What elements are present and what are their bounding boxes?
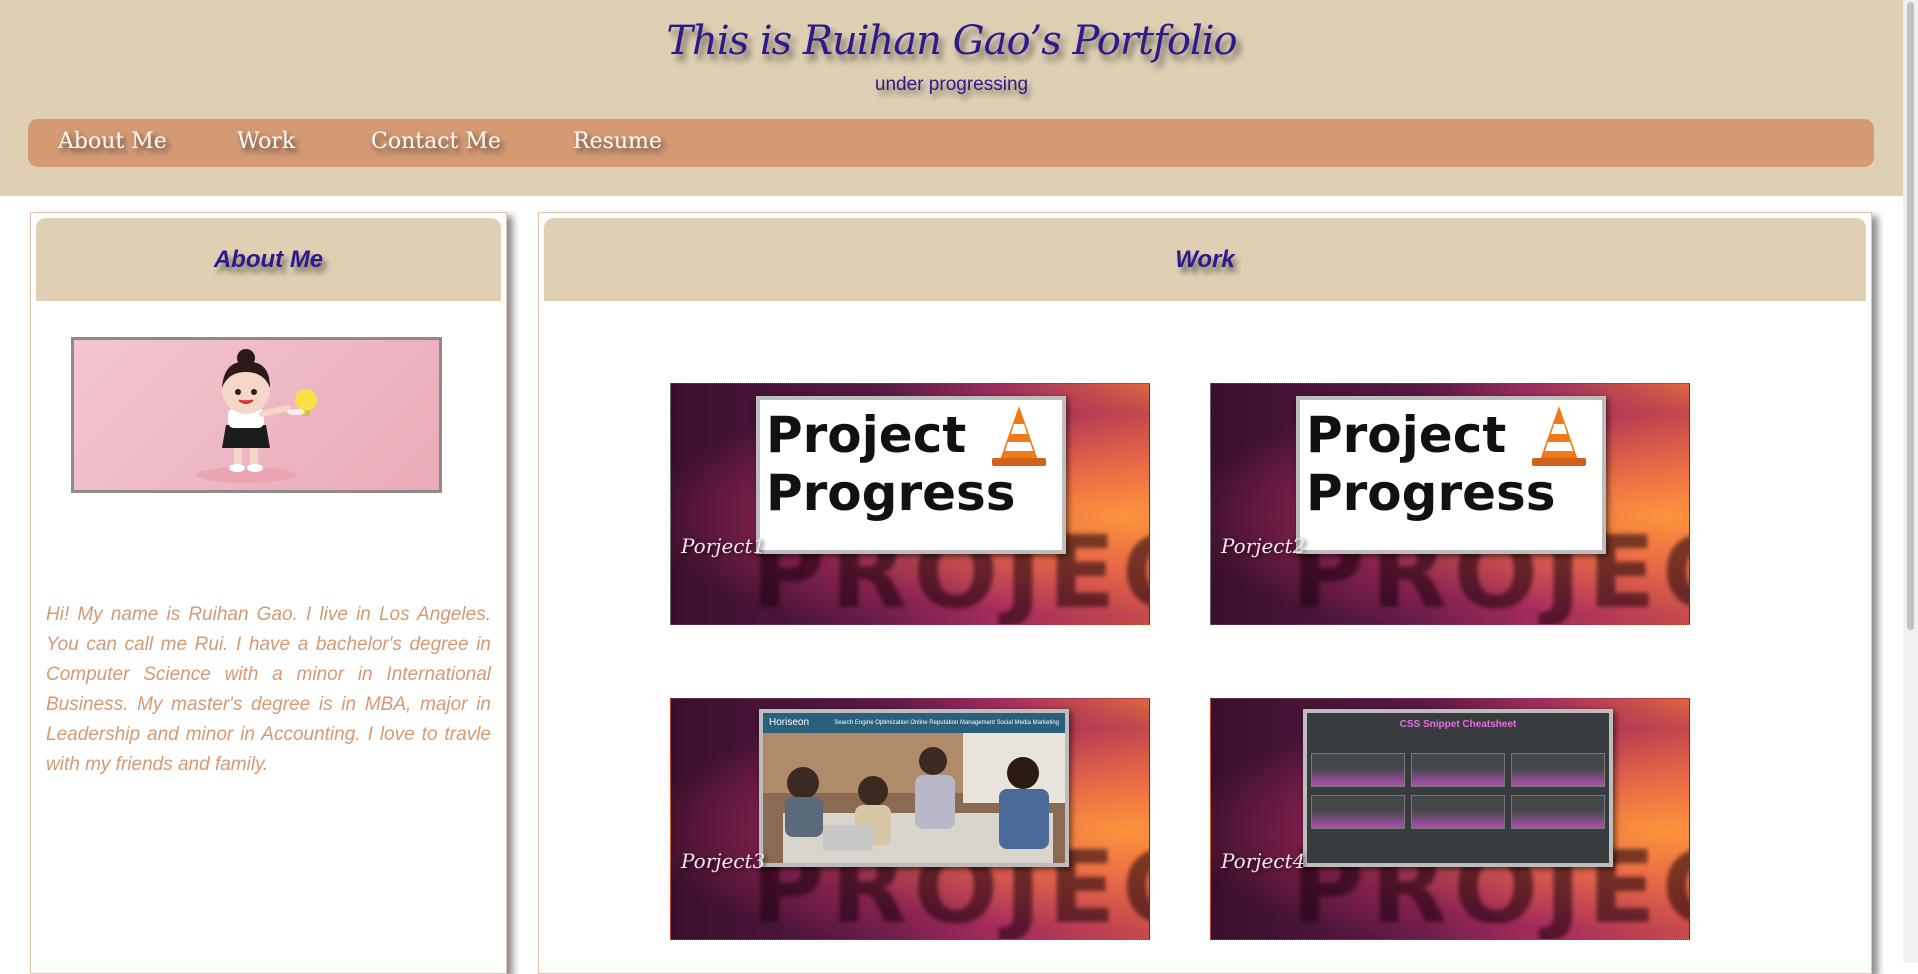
nav-bar: About Me Work Contact Me Resume [28, 119, 1874, 167]
traffic-cone-icon [992, 406, 1046, 466]
team-meeting-photo [763, 733, 1065, 863]
traffic-cone-icon [1532, 406, 1586, 466]
site-subtitle: under progressing [874, 74, 1029, 95]
site-title: This is Ruihan Gao’s Portfolio [666, 18, 1237, 64]
project-progress-graphic: Project Progress [1306, 406, 1556, 522]
cheatsheet-card [1511, 795, 1605, 829]
project-thumbnail: CSS Snippet Cheatsheet [1303, 709, 1613, 867]
cartoon-girl-illustration [196, 349, 317, 483]
project-card-3[interactable]: PROJECTS Horiseon Search Engine Optimiza… [670, 698, 1150, 940]
project-thumbnail: Project Progress [1296, 396, 1606, 554]
profile-image [71, 337, 442, 493]
about-me-bio: Hi! My name is Ruihan Gao. I live in Los… [46, 604, 491, 775]
cheatsheet-card [1311, 795, 1405, 829]
about-me-section: About Me Hi! My name is Ruihan Gao. I li… [30, 212, 507, 974]
cheatsheet-card [1511, 753, 1605, 787]
horiseon-header: Horiseon Search Engine Optimization Onli… [763, 713, 1065, 733]
project-card-2[interactable]: PROJECTS Project Progress Porject2 [1210, 383, 1690, 625]
project-label: Porject3 [681, 849, 766, 873]
project-label: Porject1 [681, 534, 766, 558]
nav-contact-me[interactable]: Contact Me [371, 129, 501, 154]
nav-work[interactable]: Work [237, 129, 295, 154]
nav-about-me[interactable]: About Me [58, 129, 167, 154]
cheatsheet-card [1411, 795, 1505, 829]
scrollbar-thumb[interactable] [1907, 2, 1914, 630]
project-progress-graphic: Project Progress [766, 406, 1016, 522]
project-thumbnail: Horiseon Search Engine Optimization Onli… [759, 709, 1069, 867]
nav-resume[interactable]: Resume [573, 129, 662, 154]
cheatsheet-card [1411, 753, 1505, 787]
cheatsheet-title: CSS Snippet Cheatsheet [1399, 719, 1517, 730]
about-me-heading: About Me [213, 246, 324, 273]
project-thumbnail: Project Progress [756, 396, 1066, 554]
project-card-4[interactable]: PROJECTS CSS Snippet Cheatsheet Porject4 [1210, 698, 1690, 940]
project-label: Porject4 [1221, 849, 1306, 873]
work-header: Work [544, 218, 1866, 301]
work-section: Work PROJECTS Project Progress Porject1 … [538, 212, 1872, 974]
cheatsheet-card [1311, 753, 1405, 787]
work-heading: Work [1175, 246, 1235, 273]
page-header: This is Ruihan Gao’s Portfolio under pro… [0, 0, 1903, 196]
page-scrollbar[interactable] [1903, 0, 1918, 963]
about-me-header: About Me [36, 218, 501, 301]
project-card-1[interactable]: PROJECTS Project Progress Porject1 [670, 383, 1150, 625]
project-label: Porject2 [1221, 534, 1306, 558]
css-cheatsheet-screenshot: CSS Snippet Cheatsheet [1307, 713, 1609, 863]
